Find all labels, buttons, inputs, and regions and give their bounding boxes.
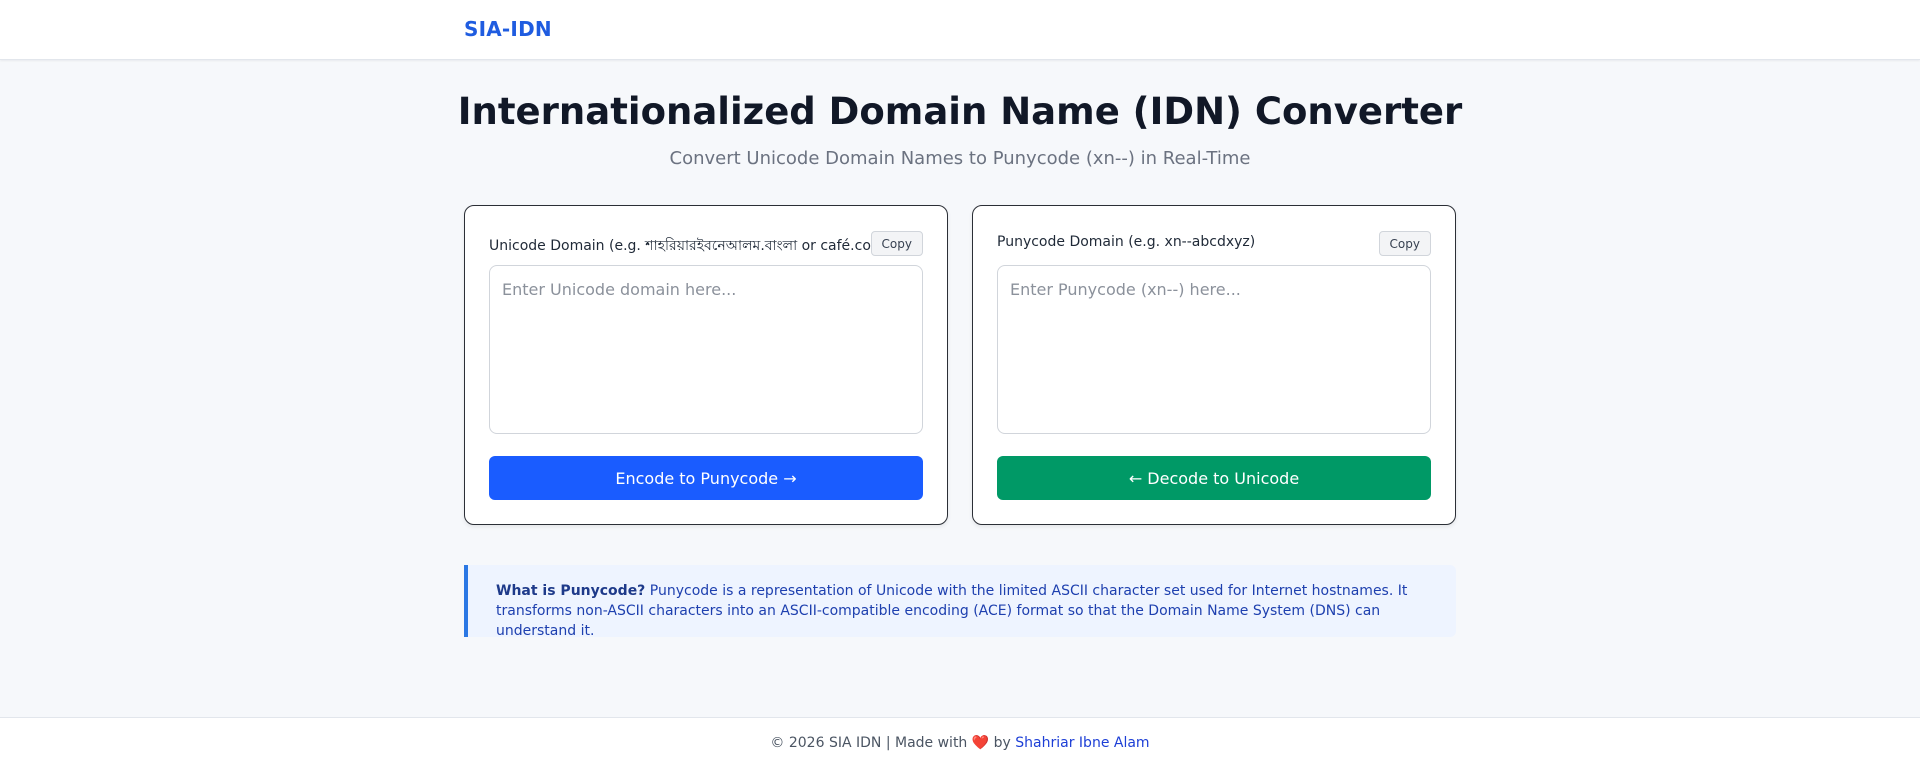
- top-navbar: SIA-IDN: [0, 0, 1920, 60]
- unicode-domain-label: Unicode Domain (e.g. শাহরিয়ারইবনেআলম.বা…: [489, 238, 890, 254]
- page-subtitle: Convert Unicode Domain Names to Punycode…: [669, 148, 1251, 169]
- punycode-domain-input[interactable]: [997, 265, 1431, 434]
- decode-to-unicode-button[interactable]: ← Decode to Unicode: [997, 456, 1431, 500]
- footer-by: by: [993, 735, 1011, 751]
- copy-punycode-button[interactable]: Copy: [1378, 231, 1431, 256]
- heart-icon: ❤️: [971, 735, 990, 751]
- unicode-domain-input[interactable]: [489, 265, 923, 434]
- page-footer: © 2026 SIA IDN | Made with ❤️ by Shahria…: [0, 717, 1920, 770]
- unicode-panel: Unicode Domain (e.g. শাহরিয়ারইবনেআলম.বা…: [464, 205, 948, 525]
- punycode-panel: Punycode Domain (e.g. xn--abcdxyz) Copy …: [972, 205, 1456, 525]
- brand-logo-link[interactable]: SIA-IDN: [464, 17, 552, 41]
- punycode-info-box: What is Punycode? Punycode is a represen…: [464, 565, 1456, 639]
- page-title: Internationalized Domain Name (IDN) Conv…: [457, 90, 1463, 133]
- footer-copyright: © 2026 SIA IDN | Made with: [770, 735, 968, 751]
- encode-to-punycode-button[interactable]: Encode to Punycode →: [489, 456, 923, 500]
- author-link[interactable]: Shahriar Ibne Alam: [1015, 735, 1149, 751]
- copy-unicode-button[interactable]: Copy: [870, 231, 923, 256]
- punycode-domain-label: Punycode Domain (e.g. xn--abcdxyz): [997, 234, 1256, 250]
- info-heading: What is Punycode?: [496, 583, 646, 599]
